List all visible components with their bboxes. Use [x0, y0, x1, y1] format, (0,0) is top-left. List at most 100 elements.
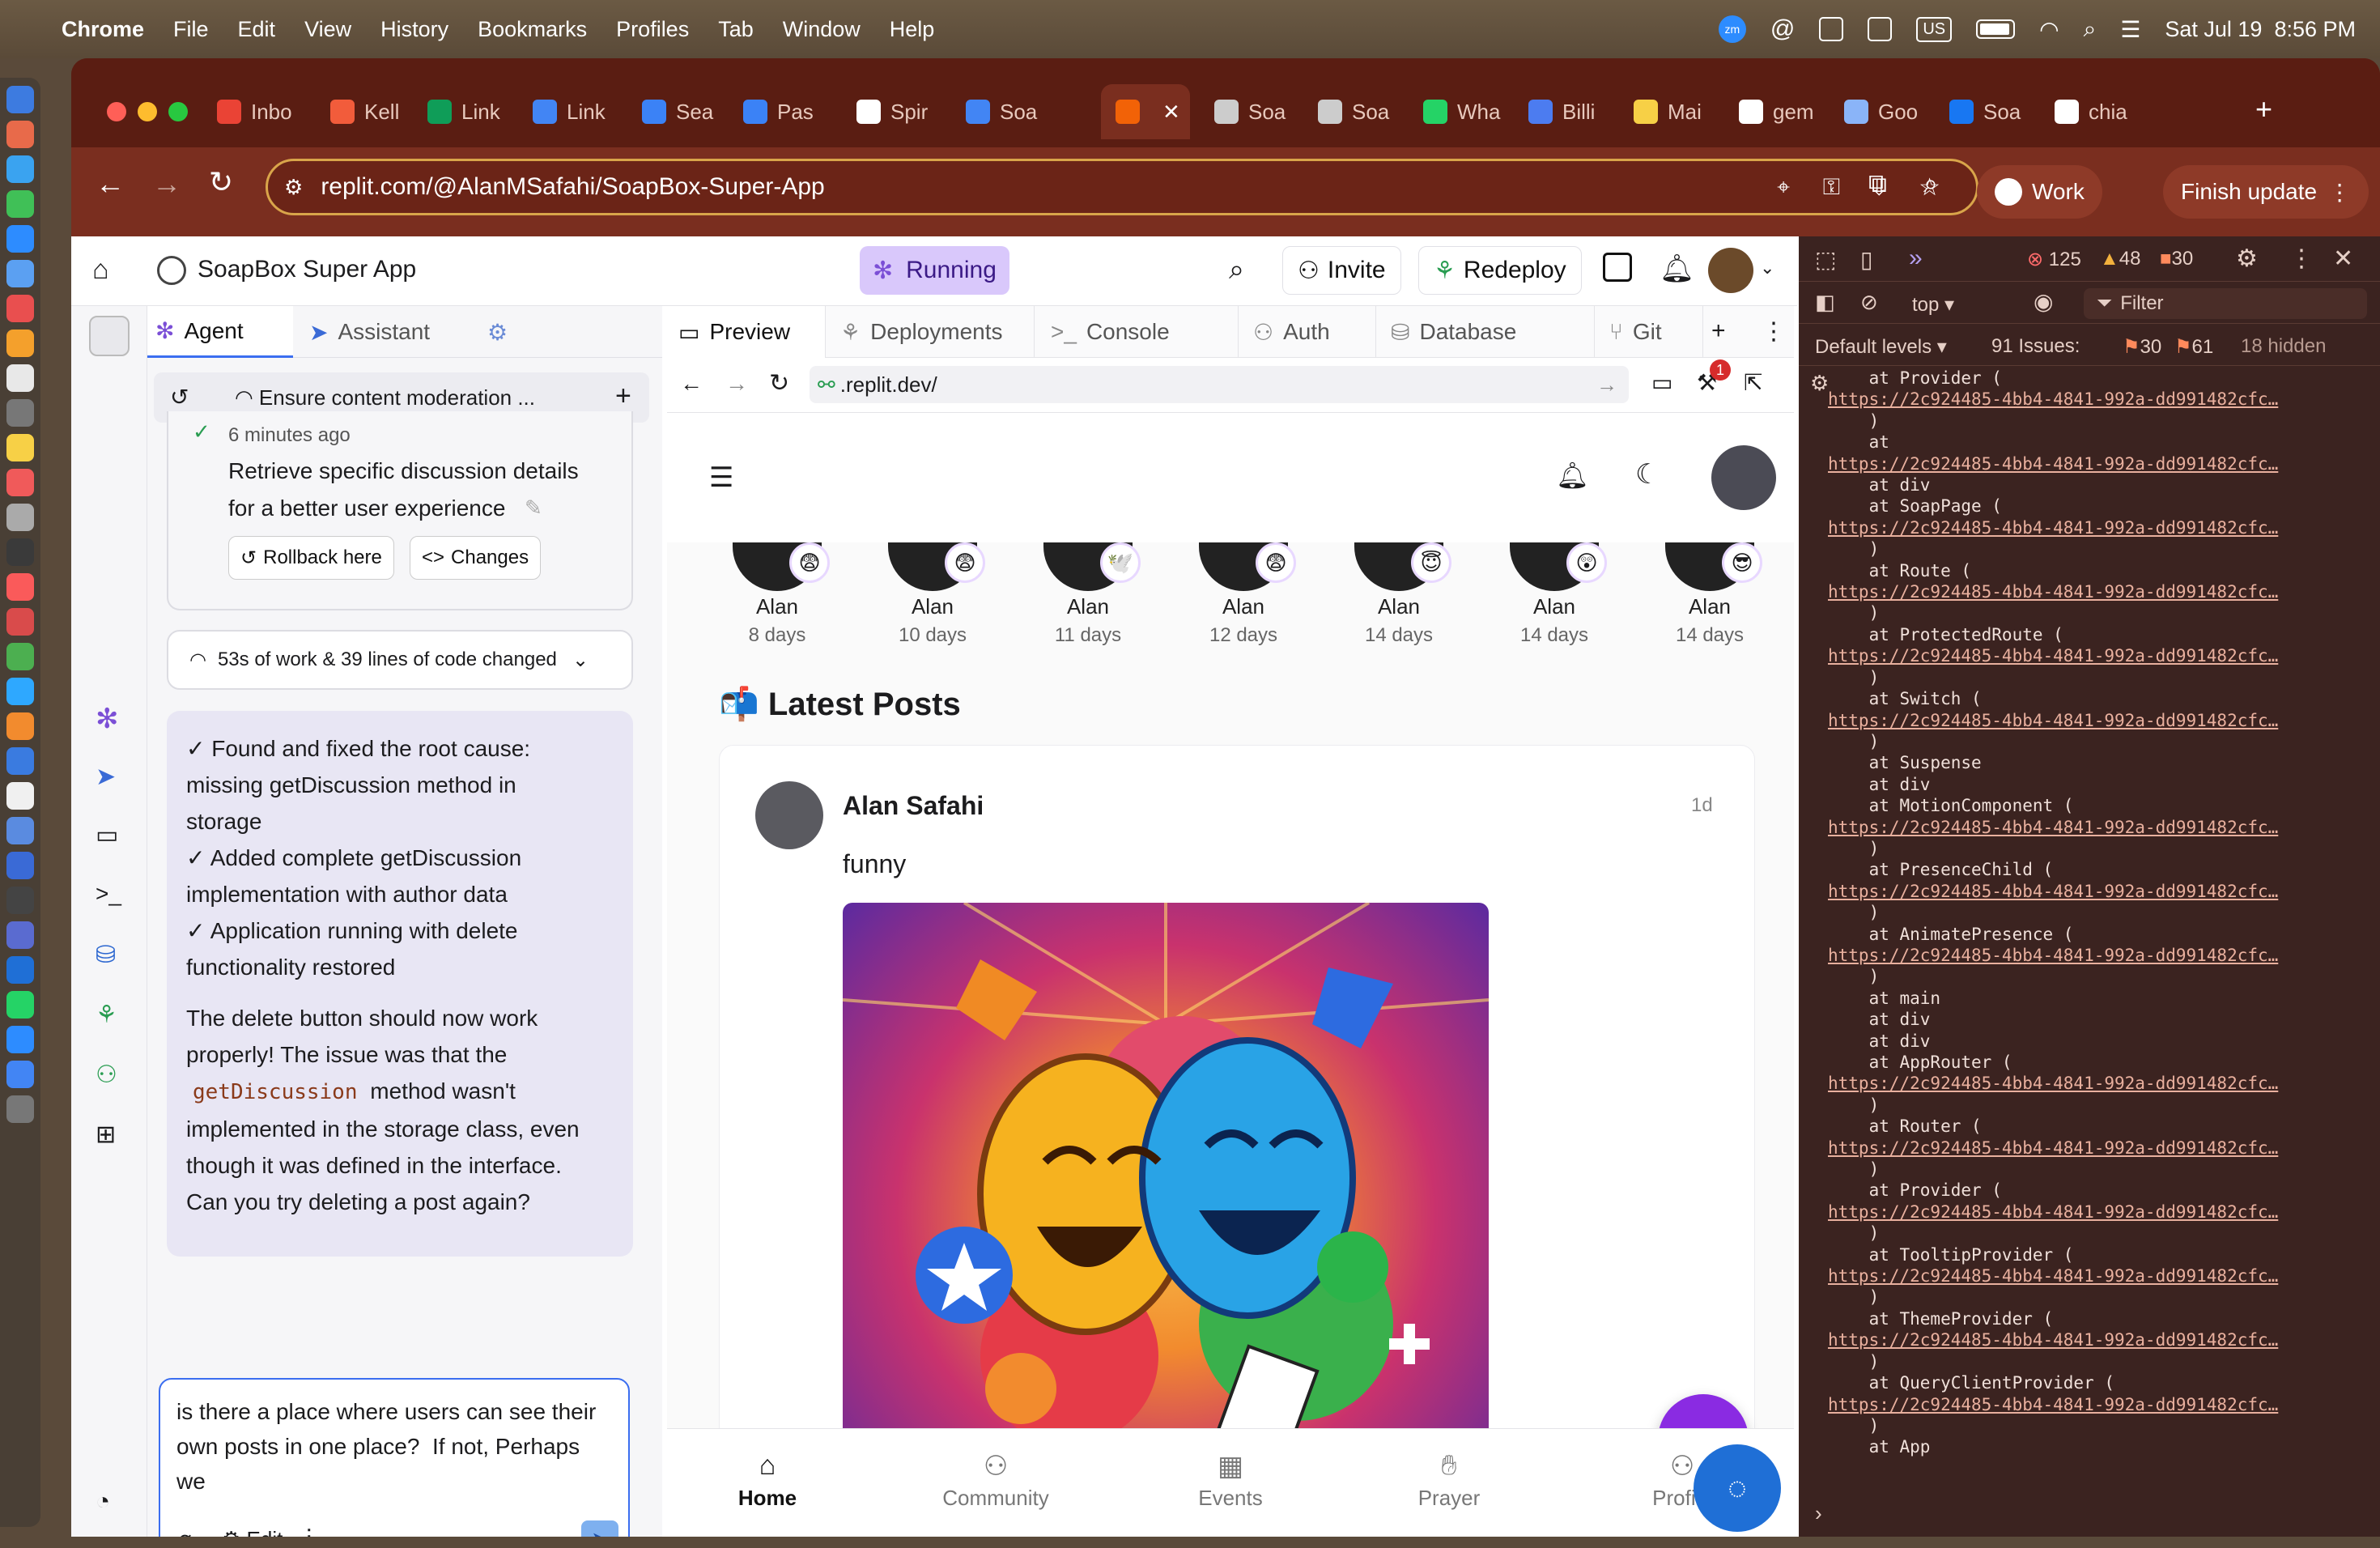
home-icon[interactable]: ⌂	[92, 254, 109, 286]
site-settings-icon[interactable]: ⚙	[284, 175, 303, 200]
history-icon[interactable]: ↺	[170, 384, 189, 410]
story-item[interactable]: 😨 Alan 12 days	[1179, 542, 1308, 647]
preview-back-icon[interactable]: ←	[680, 371, 703, 397]
dock-app-icon[interactable]	[6, 295, 34, 322]
menu-file[interactable]: File	[173, 17, 209, 42]
new-thread-icon[interactable]: +	[615, 381, 631, 412]
menu-history[interactable]: History	[380, 17, 448, 42]
menu-help[interactable]: Help	[890, 17, 935, 42]
stack-link[interactable]: https://2c924485-4bb4-4841-992a-dd991482…	[1828, 581, 2370, 602]
post-author-avatar[interactable]	[755, 781, 823, 849]
dock-app-icon[interactable]	[6, 817, 34, 844]
dock-app-icon[interactable]	[6, 573, 34, 601]
nav-events[interactable]: ▦ Events	[1150, 1450, 1311, 1511]
menu-bookmarks[interactable]: Bookmarks	[478, 17, 587, 42]
issues-b-count[interactable]: ⚑61	[2174, 335, 2213, 359]
stack-link[interactable]: https://2c924485-4bb4-4841-992a-dd991482…	[1828, 1329, 2370, 1350]
stack-link[interactable]: https://2c924485-4bb4-4841-992a-dd991482…	[1828, 1201, 2370, 1223]
stack-link[interactable]: https://2c924485-4bb4-4841-992a-dd991482…	[1828, 817, 2370, 838]
forward-icon[interactable]: →	[152, 167, 181, 201]
dock-app-icon[interactable]	[6, 956, 34, 984]
stack-link[interactable]: https://2c924485-4bb4-4841-992a-dd991482…	[1828, 1073, 2370, 1094]
tab-preview[interactable]: ▭ Preview	[667, 306, 826, 358]
tab-auth[interactable]: ⚇ Auth	[1242, 306, 1376, 358]
dock-app-icon[interactable]	[6, 121, 34, 148]
agent-icon[interactable]: ✻	[96, 703, 125, 734]
dock-app-icon[interactable]	[6, 1095, 34, 1123]
stack-link[interactable]: https://2c924485-4bb4-4841-992a-dd991482…	[1828, 710, 2370, 731]
dock-app-icon[interactable]	[6, 712, 34, 740]
levels-select[interactable]: Default levels ▾	[1815, 335, 1947, 359]
dock-app-icon[interactable]	[6, 538, 34, 566]
stack-link[interactable]: https://2c924485-4bb4-4841-992a-dd991482…	[1828, 1394, 2370, 1415]
dock-app-icon[interactable]	[6, 225, 34, 253]
tab-extra[interactable]: ⚙	[487, 306, 508, 358]
run-status-button[interactable]: ✻ Running	[860, 246, 1009, 295]
story-item[interactable]: 😨 Alan 10 days	[868, 542, 997, 647]
dock-app-icon[interactable]	[6, 1026, 34, 1053]
stack-link[interactable]: https://2c924485-4bb4-4841-992a-dd991482…	[1828, 389, 2370, 410]
auth-icon[interactable]: ⚇	[96, 1061, 125, 1090]
browser-tab[interactable]: Billi	[1528, 91, 1624, 133]
tab-deployments[interactable]: ⚘ Deployments	[829, 306, 1035, 358]
device-icon[interactable]: ▭	[1651, 369, 1672, 396]
browser-tab[interactable]: Sea	[642, 91, 737, 133]
dock-app-icon[interactable]	[6, 1061, 34, 1088]
preview-url-input[interactable]: ⚯ .replit.dev/ →	[810, 366, 1629, 403]
close-window-button[interactable]	[107, 102, 126, 121]
location-icon[interactable]: ⌖	[1777, 174, 1790, 201]
nav-home[interactable]: ⌂ Home	[686, 1450, 848, 1511]
rollback-button[interactable]: ↺ Rollback here	[228, 536, 394, 580]
go-arrow-icon[interactable]: →	[1596, 372, 1617, 398]
device-toggle-icon[interactable]: ▯	[1860, 246, 1872, 273]
menu-tab[interactable]: Tab	[718, 17, 754, 42]
database-icon[interactable]: ⛁	[96, 941, 125, 970]
dock-app-icon[interactable]	[6, 434, 34, 461]
nav-prayer[interactable]: ✋︎ Prayer	[1368, 1450, 1530, 1511]
dock-app-icon[interactable]	[6, 852, 34, 879]
stack-link[interactable]: https://2c924485-4bb4-4841-992a-dd991482…	[1828, 881, 2370, 902]
stack-link[interactable]: https://2c924485-4bb4-4841-992a-dd991482…	[1828, 453, 2370, 474]
devtools-close-icon[interactable]: ✕	[2333, 245, 2353, 273]
browser-tab[interactable]: Link	[533, 91, 628, 133]
url-text[interactable]: replit.com/@AlanMSafahi/SoapBox-Super-Ap…	[321, 173, 824, 201]
user-avatar[interactable]	[1708, 248, 1753, 293]
zoom-window-button[interactable]	[168, 102, 188, 121]
keyboard-input-icon[interactable]: US	[1916, 16, 1953, 42]
menu-app-name[interactable]: Chrome	[62, 17, 144, 42]
browser-tab[interactable]: Goo	[1844, 91, 1940, 133]
menu-profiles[interactable]: Profiles	[616, 17, 689, 42]
profile-work-button[interactable]: Work	[1977, 165, 2102, 219]
search-icon[interactable]: ⌕	[1229, 254, 1244, 286]
story-item[interactable]: 😎 Alan 14 days	[1645, 542, 1774, 647]
post-image[interactable]	[843, 903, 1489, 1469]
tabs-kebab-icon[interactable]: ⋮	[1762, 317, 1786, 346]
minimize-window-button[interactable]	[138, 102, 157, 121]
devtools-settings-icon[interactable]: ⚙	[2236, 245, 2258, 273]
preview-forward-icon[interactable]: →	[725, 371, 748, 397]
work-summary[interactable]: ◠ 53s of work & 39 lines of code changed…	[167, 630, 633, 690]
browser-tab[interactable]: Link	[427, 91, 523, 133]
dock-app-icon[interactable]	[6, 782, 34, 810]
chat-input[interactable]: is there a place where users can see the…	[159, 1378, 630, 1537]
open-new-tab-icon[interactable]: ⇱	[1744, 369, 1762, 396]
warning-count[interactable]: ▲48	[2100, 248, 2140, 270]
outlook-icon[interactable]	[1819, 17, 1844, 41]
browser-tab[interactable]: Soa	[1318, 91, 1413, 133]
tab-database[interactable]: ⛁ Database	[1379, 306, 1595, 358]
redeploy-button[interactable]: ⚘ Redeploy	[1418, 246, 1582, 295]
inspect-icon[interactable]: ⬚	[1815, 246, 1836, 273]
preview-reload-icon[interactable]: ↻	[769, 369, 789, 398]
browser-tab[interactable]: Wha	[1423, 91, 1519, 133]
dock-app-icon[interactable]	[6, 504, 34, 531]
preview-icon[interactable]: ▭	[96, 821, 125, 850]
more-panels-icon[interactable]: »	[1909, 245, 1923, 272]
stack-link[interactable]: https://2c924485-4bb4-4841-992a-dd991482…	[1828, 645, 2370, 666]
browser-tab[interactable]: Soa	[966, 91, 1061, 133]
project-name[interactable]: SoapBox Super App	[198, 256, 416, 283]
notifications-icon[interactable]: 🔔︎	[1660, 253, 1694, 285]
browser-tab[interactable]: Soa	[1214, 91, 1310, 133]
deployments-icon[interactable]: ⚘	[96, 1001, 125, 1030]
browser-tab[interactable]: gem	[1739, 91, 1834, 133]
tab-agent[interactable]: ✻ Agent	[147, 306, 293, 358]
